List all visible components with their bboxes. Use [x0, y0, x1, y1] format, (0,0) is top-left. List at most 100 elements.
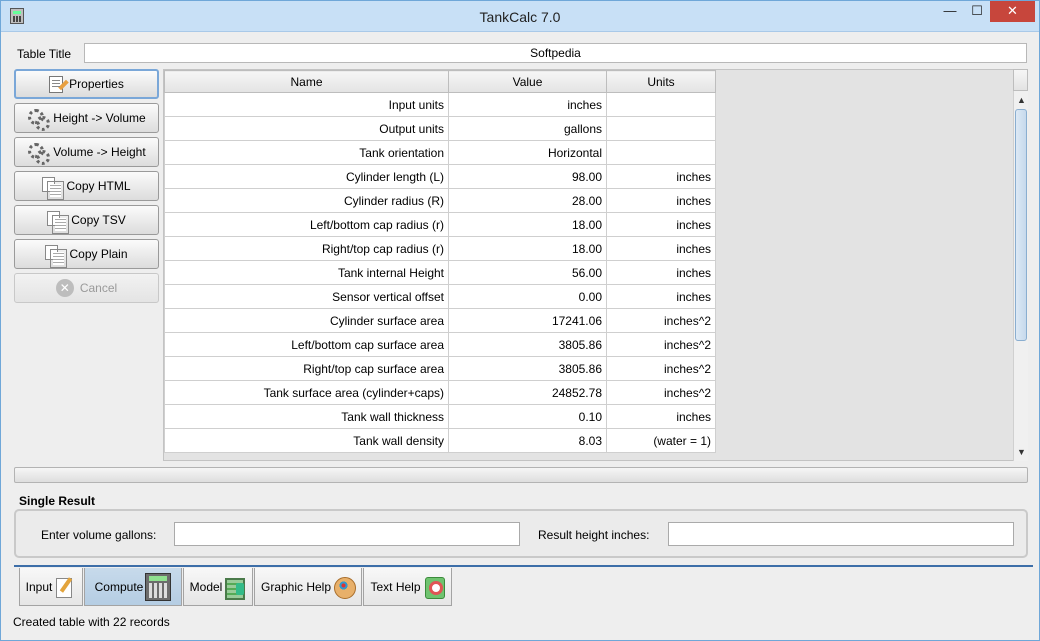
- edit-properties-icon: [49, 75, 64, 93]
- copy-html-label: Copy HTML: [66, 179, 131, 193]
- cell-value[interactable]: 98.00: [448, 164, 607, 189]
- cell-units[interactable]: [606, 140, 716, 165]
- cell-value[interactable]: 18.00: [448, 236, 607, 261]
- properties-button-label: Properties: [69, 77, 124, 91]
- table-row[interactable]: Left/bottom cap surface area 3805.86 inche…: [164, 332, 716, 357]
- tab-graphic-help[interactable]: Graphic Help: [254, 568, 362, 606]
- window-title: TankCalc 7.0: [479, 9, 561, 25]
- scroll-up-arrow-icon[interactable]: ▲: [1014, 93, 1029, 107]
- volume-to-height-button[interactable]: Volume -> Height: [14, 137, 159, 167]
- close-button[interactable]: ✕: [990, 1, 1035, 22]
- cell-name[interactable]: Sensor vertical offset: [164, 284, 449, 309]
- tab-text-help[interactable]: Text Help: [363, 568, 452, 606]
- table-row[interactable]: Tank orientation Horizontal: [164, 140, 716, 165]
- table-header-row: Name Value Units: [164, 70, 716, 93]
- cell-value[interactable]: 17241.06: [448, 308, 607, 333]
- cell-units[interactable]: inches: [606, 236, 716, 261]
- vertical-scrollbar[interactable]: ▲ ▼: [1013, 91, 1028, 461]
- table-row[interactable]: Cylinder length (L) 98.00 inches: [164, 164, 716, 189]
- horizontal-scrollbar[interactable]: [14, 467, 1028, 483]
- cell-value[interactable]: Horizontal: [448, 140, 607, 165]
- cell-value[interactable]: 0.00: [448, 284, 607, 309]
- cell-units[interactable]: inches^2: [606, 356, 716, 381]
- table-row[interactable]: Left/bottom cap radius (r) 18.00 inches: [164, 212, 716, 237]
- cell-value[interactable]: 3805.86: [448, 332, 607, 357]
- table-row[interactable]: Sensor vertical offset 0.00 inches: [164, 284, 716, 309]
- cell-name[interactable]: Left/bottom cap surface area: [164, 332, 449, 357]
- cell-units[interactable]: inches: [606, 164, 716, 189]
- cell-value[interactable]: 24852.78: [448, 380, 607, 405]
- cell-name[interactable]: Cylinder radius (R): [164, 188, 449, 213]
- vertical-scroll-thumb[interactable]: [1015, 109, 1027, 341]
- height-result-field[interactable]: [668, 522, 1014, 546]
- copy-html-button[interactable]: Copy HTML: [14, 171, 159, 201]
- cell-name[interactable]: Right/top cap radius (r): [164, 236, 449, 261]
- column-header-units[interactable]: Units: [606, 70, 716, 93]
- table-header-corner: [1013, 69, 1028, 91]
- copy-plain-label: Copy Plain: [69, 247, 128, 261]
- table-row[interactable]: Tank wall density 8.03 (water = 1): [164, 428, 716, 453]
- app-window: TankCalc 7.0 — ☐ ✕ Table Title Softpedia…: [0, 0, 1040, 641]
- cell-units[interactable]: inches: [606, 188, 716, 213]
- table-title-input[interactable]: Softpedia: [84, 43, 1027, 63]
- cell-value[interactable]: 18.00: [448, 212, 607, 237]
- cell-name[interactable]: Input units: [164, 92, 449, 117]
- minimize-button[interactable]: —: [937, 1, 963, 22]
- table-row[interactable]: Right/top cap surface area 3805.86 inches^…: [164, 356, 716, 381]
- cell-units[interactable]: inches^2: [606, 332, 716, 357]
- cell-name[interactable]: Cylinder surface area: [164, 308, 449, 333]
- table-row[interactable]: Output units gallons: [164, 116, 716, 141]
- cell-name[interactable]: Tank wall density: [164, 428, 449, 453]
- cell-name[interactable]: Output units: [164, 116, 449, 141]
- cell-value[interactable]: inches: [448, 92, 607, 117]
- cell-value[interactable]: 0.10: [448, 404, 607, 429]
- cell-name[interactable]: Right/top cap surface area: [164, 356, 449, 381]
- cell-value[interactable]: 28.00: [448, 188, 607, 213]
- volume-input[interactable]: [174, 522, 520, 546]
- cancel-button[interactable]: ✕ Cancel: [14, 273, 159, 303]
- tab-compute[interactable]: Compute: [84, 568, 182, 606]
- cell-name[interactable]: Left/bottom cap radius (r): [164, 212, 449, 237]
- cell-name[interactable]: Cylinder length (L): [164, 164, 449, 189]
- cell-name[interactable]: Tank internal Height: [164, 260, 449, 285]
- scroll-down-arrow-icon[interactable]: ▼: [1014, 445, 1029, 459]
- table-row[interactable]: Tank internal Height 56.00 inches: [164, 260, 716, 285]
- gears-icon: [27, 108, 51, 131]
- cell-units[interactable]: inches: [606, 404, 716, 429]
- cell-units[interactable]: inches: [606, 212, 716, 237]
- height-to-volume-button[interactable]: Height -> Volume: [14, 103, 159, 133]
- copy-plain-button[interactable]: Copy Plain: [14, 239, 159, 269]
- table-row[interactable]: Cylinder radius (R) 28.00 inches: [164, 188, 716, 213]
- tab-strip-border: [14, 565, 1033, 567]
- cell-units[interactable]: inches: [606, 260, 716, 285]
- tab-model-label: Model: [189, 579, 223, 594]
- cell-name[interactable]: Tank wall thickness: [164, 404, 449, 429]
- cell-value[interactable]: gallons: [448, 116, 607, 141]
- cell-units[interactable]: inches^2: [606, 308, 716, 333]
- table-title-label: Table Title: [17, 47, 72, 61]
- table-row[interactable]: Tank surface area (cylinder+caps) 24852.7…: [164, 380, 716, 405]
- cell-units[interactable]: inches: [606, 284, 716, 309]
- cell-units[interactable]: [606, 92, 716, 117]
- cell-name[interactable]: Tank orientation: [164, 140, 449, 165]
- cell-value[interactable]: 8.03: [448, 428, 607, 453]
- tab-model[interactable]: Model: [183, 568, 253, 606]
- cell-name[interactable]: Tank surface area (cylinder+caps): [164, 380, 449, 405]
- table-row[interactable]: Tank wall thickness 0.10 inches: [164, 404, 716, 429]
- properties-button[interactable]: Properties: [14, 69, 159, 99]
- column-header-value[interactable]: Value: [448, 70, 607, 93]
- maximize-button[interactable]: ☐: [964, 1, 990, 22]
- tab-compute-label: Compute: [94, 579, 144, 594]
- copy-tsv-button[interactable]: Copy TSV: [14, 205, 159, 235]
- cell-value[interactable]: 3805.86: [448, 356, 607, 381]
- table-row[interactable]: Cylinder surface area 17241.06 inches^2: [164, 308, 716, 333]
- cell-units[interactable]: (water = 1): [606, 428, 716, 453]
- table-row[interactable]: Right/top cap radius (r) 18.00 inches: [164, 236, 716, 261]
- cell-units[interactable]: [606, 116, 716, 141]
- tab-input[interactable]: Input: [19, 568, 83, 606]
- single-result-heading: Single Result: [19, 494, 96, 508]
- cell-units[interactable]: inches^2: [606, 380, 716, 405]
- cell-value[interactable]: 56.00: [448, 260, 607, 285]
- table-row[interactable]: Input units inches: [164, 92, 716, 117]
- column-header-name[interactable]: Name: [164, 70, 449, 93]
